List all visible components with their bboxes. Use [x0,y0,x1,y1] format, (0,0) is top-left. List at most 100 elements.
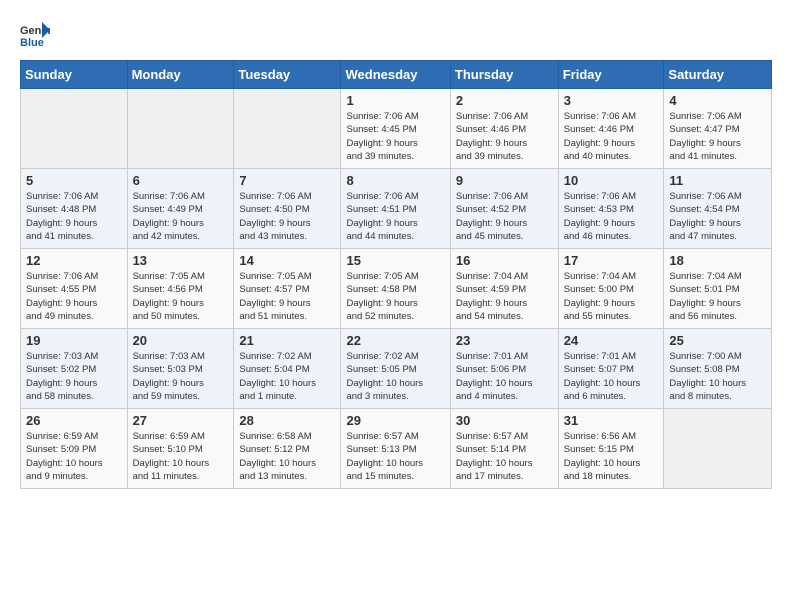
day-info: Sunrise: 7:06 AM Sunset: 4:53 PM Dayligh… [564,190,659,243]
day-number: 22 [346,333,444,348]
day-info: Sunrise: 7:00 AM Sunset: 5:08 PM Dayligh… [669,350,766,403]
calendar-cell [127,89,234,169]
day-info: Sunrise: 7:04 AM Sunset: 4:59 PM Dayligh… [456,270,553,323]
page-header: General Blue [20,20,772,50]
weekday-header: Monday [127,61,234,89]
day-number: 23 [456,333,553,348]
day-info: Sunrise: 7:06 AM Sunset: 4:49 PM Dayligh… [133,190,229,243]
day-number: 12 [26,253,122,268]
calendar-cell [21,89,128,169]
day-number: 31 [564,413,659,428]
day-number: 1 [346,93,444,108]
logo-icon: General Blue [20,20,50,50]
svg-text:Blue: Blue [20,37,44,49]
day-info: Sunrise: 7:04 AM Sunset: 5:01 PM Dayligh… [669,270,766,323]
day-info: Sunrise: 6:57 AM Sunset: 5:14 PM Dayligh… [456,430,553,483]
calendar-week-row: 5Sunrise: 7:06 AM Sunset: 4:48 PM Daylig… [21,169,772,249]
day-number: 26 [26,413,122,428]
calendar-cell: 7 Sunrise: 7:06 AM Sunset: 4:50 PM Daylig… [234,169,341,249]
weekday-header: Saturday [664,61,772,89]
day-info: Sunrise: 7:06 AM Sunset: 4:54 PM Dayligh… [669,190,766,243]
day-number: 24 [564,333,659,348]
day-info: Sunrise: 6:56 AM Sunset: 5:15 PM Dayligh… [564,430,659,483]
calendar-cell: 4 Sunrise: 7:06 AM Sunset: 4:47 PM Daylig… [664,89,772,169]
day-info: Sunrise: 6:57 AM Sunset: 5:13 PM Dayligh… [346,430,444,483]
day-number: 28 [239,413,335,428]
day-info: Sunrise: 7:05 AM Sunset: 4:57 PM Dayligh… [239,270,335,323]
calendar-cell: 25 Sunrise: 7:00 AM Sunset: 5:08 PM Dayli… [664,329,772,409]
calendar-cell: 15Sunrise: 7:05 AM Sunset: 4:58 PM Dayli… [341,249,450,329]
day-number: 30 [456,413,553,428]
calendar-cell: 12 Sunrise: 7:06 AM Sunset: 4:55 PM Dayli… [21,249,128,329]
day-number: 29 [346,413,444,428]
calendar-cell [664,409,772,489]
calendar-cell: 19Sunrise: 7:03 AM Sunset: 5:02 PM Dayli… [21,329,128,409]
calendar-week-row: 1 Sunrise: 7:06 AM Sunset: 4:45 PM Daylig… [21,89,772,169]
calendar-cell: 13 Sunrise: 7:05 AM Sunset: 4:56 PM Dayli… [127,249,234,329]
calendar-cell: 24 Sunrise: 7:01 AM Sunset: 5:07 PM Dayli… [558,329,664,409]
day-info: Sunrise: 7:02 AM Sunset: 5:04 PM Dayligh… [239,350,335,403]
calendar-cell: 28 Sunrise: 6:58 AM Sunset: 5:12 PM Dayli… [234,409,341,489]
day-number: 2 [456,93,553,108]
calendar-cell: 20 Sunrise: 7:03 AM Sunset: 5:03 PM Dayli… [127,329,234,409]
day-info: Sunrise: 7:05 AM Sunset: 4:58 PM Dayligh… [346,270,444,323]
day-number: 18 [669,253,766,268]
day-info: Sunrise: 6:59 AM Sunset: 5:09 PM Dayligh… [26,430,122,483]
calendar-cell: 1 Sunrise: 7:06 AM Sunset: 4:45 PM Daylig… [341,89,450,169]
day-number: 3 [564,93,659,108]
day-number: 20 [133,333,229,348]
calendar-cell: 6 Sunrise: 7:06 AM Sunset: 4:49 PM Daylig… [127,169,234,249]
calendar-cell: 21Sunrise: 7:02 AM Sunset: 5:04 PM Dayli… [234,329,341,409]
calendar-cell: 29 Sunrise: 6:57 AM Sunset: 5:13 PM Dayli… [341,409,450,489]
calendar-cell: 2 Sunrise: 7:06 AM Sunset: 4:46 PM Daylig… [450,89,558,169]
weekday-header: Friday [558,61,664,89]
weekday-header-row: SundayMondayTuesdayWednesdayThursdayFrid… [21,61,772,89]
calendar-cell: 16 Sunrise: 7:04 AM Sunset: 4:59 PM Dayli… [450,249,558,329]
day-info: Sunrise: 7:06 AM Sunset: 4:46 PM Dayligh… [456,110,553,163]
day-number: 25 [669,333,766,348]
day-number: 7 [239,173,335,188]
calendar-cell: 9 Sunrise: 7:06 AM Sunset: 4:52 PM Daylig… [450,169,558,249]
calendar-cell: 17 Sunrise: 7:04 AM Sunset: 5:00 PM Dayli… [558,249,664,329]
day-number: 17 [564,253,659,268]
calendar-cell: 26 Sunrise: 6:59 AM Sunset: 5:09 PM Dayli… [21,409,128,489]
day-info: Sunrise: 7:06 AM Sunset: 4:46 PM Dayligh… [564,110,659,163]
day-number: 19 [26,333,122,348]
day-number: 9 [456,173,553,188]
day-info: Sunrise: 7:04 AM Sunset: 5:00 PM Dayligh… [564,270,659,323]
day-number: 10 [564,173,659,188]
day-number: 14 [239,253,335,268]
day-number: 5 [26,173,122,188]
day-info: Sunrise: 7:06 AM Sunset: 4:50 PM Dayligh… [239,190,335,243]
day-info: Sunrise: 6:59 AM Sunset: 5:10 PM Dayligh… [133,430,229,483]
day-info: Sunrise: 7:06 AM Sunset: 4:45 PM Dayligh… [346,110,444,163]
day-info: Sunrise: 7:01 AM Sunset: 5:06 PM Dayligh… [456,350,553,403]
calendar-week-row: 19Sunrise: 7:03 AM Sunset: 5:02 PM Dayli… [21,329,772,409]
day-number: 13 [133,253,229,268]
day-info: Sunrise: 7:06 AM Sunset: 4:51 PM Dayligh… [346,190,444,243]
logo: General Blue [20,20,50,50]
calendar-cell: 23 Sunrise: 7:01 AM Sunset: 5:06 PM Dayli… [450,329,558,409]
day-number: 4 [669,93,766,108]
weekday-header: Thursday [450,61,558,89]
weekday-header: Wednesday [341,61,450,89]
day-number: 6 [133,173,229,188]
weekday-header: Tuesday [234,61,341,89]
calendar-cell: 30 Sunrise: 6:57 AM Sunset: 5:14 PM Dayli… [450,409,558,489]
day-info: Sunrise: 6:58 AM Sunset: 5:12 PM Dayligh… [239,430,335,483]
day-info: Sunrise: 7:03 AM Sunset: 5:03 PM Dayligh… [133,350,229,403]
calendar-cell: 18 Sunrise: 7:04 AM Sunset: 5:01 PM Dayli… [664,249,772,329]
calendar-week-row: 12 Sunrise: 7:06 AM Sunset: 4:55 PM Dayli… [21,249,772,329]
day-info: Sunrise: 7:06 AM Sunset: 4:52 PM Dayligh… [456,190,553,243]
day-number: 11 [669,173,766,188]
day-number: 16 [456,253,553,268]
calendar-cell: 3 Sunrise: 7:06 AM Sunset: 4:46 PM Daylig… [558,89,664,169]
calendar-cell: 10 Sunrise: 7:06 AM Sunset: 4:53 PM Dayli… [558,169,664,249]
calendar-cell: 14 Sunrise: 7:05 AM Sunset: 4:57 PM Dayli… [234,249,341,329]
day-info: Sunrise: 7:05 AM Sunset: 4:56 PM Dayligh… [133,270,229,323]
day-info: Sunrise: 7:06 AM Sunset: 4:47 PM Dayligh… [669,110,766,163]
day-info: Sunrise: 7:06 AM Sunset: 4:55 PM Dayligh… [26,270,122,323]
weekday-header: Sunday [21,61,128,89]
calendar-cell: 5Sunrise: 7:06 AM Sunset: 4:48 PM Daylig… [21,169,128,249]
day-info: Sunrise: 7:01 AM Sunset: 5:07 PM Dayligh… [564,350,659,403]
